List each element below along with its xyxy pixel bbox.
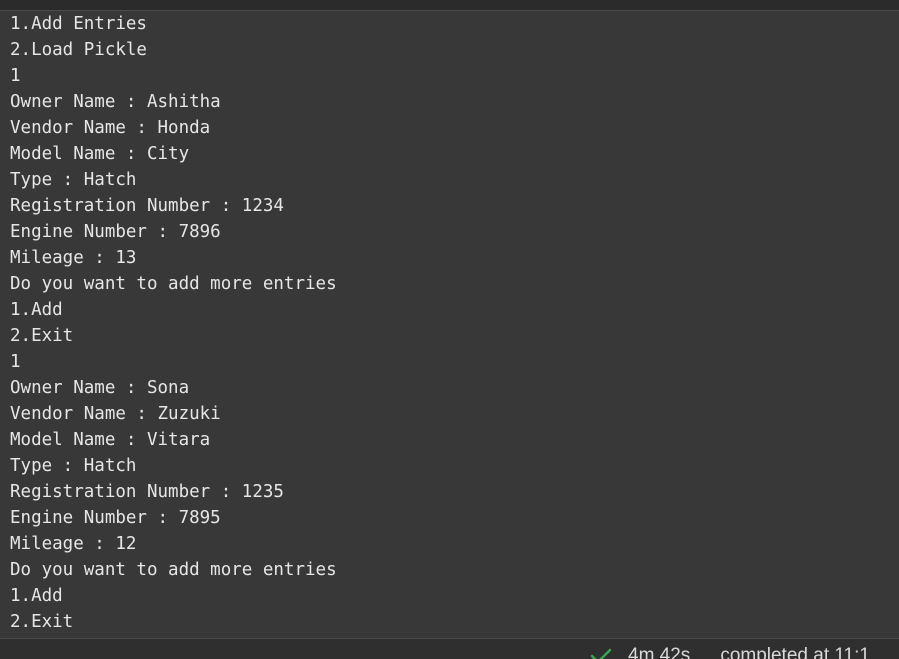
- output-line: Vendor Name : Honda: [10, 118, 211, 138]
- execution-status: 4m 42s completed at 11:1: [590, 645, 870, 659]
- status-bar: 4m 42s completed at 11:1: [0, 638, 899, 659]
- output-line: 1.Add: [10, 586, 63, 606]
- output-line: 1.Add Entries: [10, 14, 147, 34]
- output-line: Type : Hatch: [10, 456, 137, 476]
- output-line: Model Name : City: [10, 144, 190, 164]
- top-border: [0, 0, 899, 11]
- output-line: Registration Number : 1235: [10, 482, 284, 502]
- completion-time: completed at 11:1: [720, 645, 870, 659]
- output-line: 2.Load Pickle: [10, 40, 147, 60]
- check-icon: [590, 648, 612, 659]
- output-line: Owner Name : Ashitha: [10, 92, 221, 112]
- output-line: Registration Number : 1234: [10, 196, 284, 216]
- execution-duration: 4m 42s: [628, 645, 691, 659]
- output-line: 2.Exit: [10, 326, 74, 346]
- notebook-output-window: 1.Add Entries 2.Load Pickle 1 Owner Name : …: [0, 0, 899, 659]
- output-line: Do you want to add more entries: [10, 274, 337, 294]
- output-line: Engine Number : 7895: [10, 508, 221, 528]
- output-line: Do you want to add more entries: [10, 560, 337, 580]
- output-line: Type : Hatch: [10, 170, 137, 190]
- output-line: 1: [10, 66, 21, 86]
- output-line: 1: [10, 352, 21, 372]
- output-line: Mileage : 12: [10, 534, 137, 554]
- cell-output: 1.Add Entries 2.Load Pickle 1 Owner Name : …: [10, 11, 890, 637]
- output-line: 1.Add: [10, 300, 63, 320]
- output-line: Engine Number : 7896: [10, 222, 221, 242]
- output-line: Model Name : Vitara: [10, 430, 211, 450]
- output-line: Owner Name : Sona: [10, 378, 190, 398]
- output-line: Mileage : 13: [10, 248, 137, 268]
- output-line: Vendor Name : Zuzuki: [10, 404, 221, 424]
- output-line: 2.Exit: [10, 612, 74, 632]
